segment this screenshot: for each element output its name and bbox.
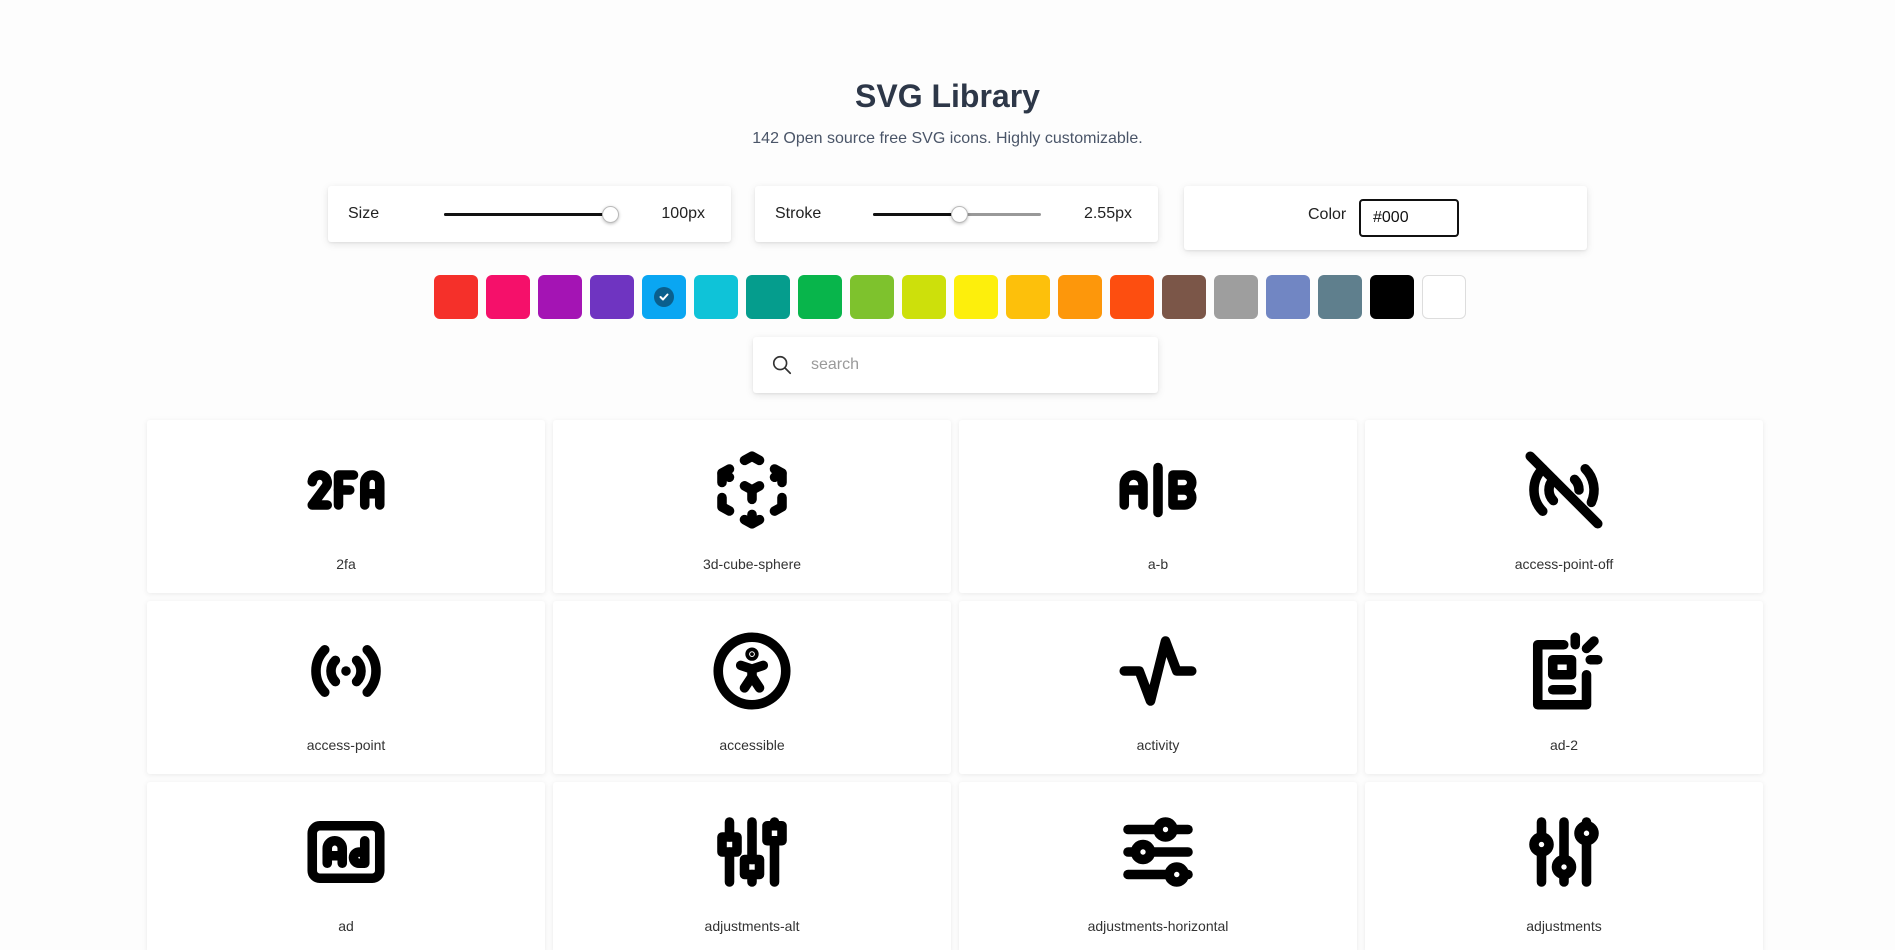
- icon-name: ad: [338, 918, 354, 934]
- icon-card[interactable]: 3d-cube-sphere: [553, 420, 951, 593]
- color-control: Color: [1184, 186, 1587, 250]
- color-label: Color: [1308, 206, 1347, 223]
- icon-card[interactable]: adjustments-alt: [553, 782, 951, 950]
- color-input[interactable]: [1359, 199, 1459, 237]
- icon-card[interactable]: access-point-off: [1365, 420, 1763, 593]
- icon-name: activity: [1136, 737, 1180, 753]
- size-slider-fill: [444, 213, 611, 216]
- color-swatch[interactable]: [1266, 275, 1310, 319]
- icon-name: a-b: [1147, 556, 1169, 572]
- activity-icon: [1113, 626, 1203, 716]
- icon-name: adjustments-horizontal: [1087, 918, 1229, 934]
- color-swatch[interactable]: [1318, 275, 1362, 319]
- adjustments-icon: [1519, 807, 1609, 897]
- search-box: [753, 337, 1158, 393]
- icon-name: access-point-off: [1514, 556, 1614, 572]
- stroke-slider[interactable]: [873, 206, 1041, 223]
- page-title: SVG Library: [855, 78, 1040, 114]
- color-swatch[interactable]: [1422, 275, 1466, 319]
- stroke-slider-thumb[interactable]: [950, 206, 968, 223]
- a-b-icon: [1113, 445, 1203, 535]
- color-swatch[interactable]: [642, 275, 686, 319]
- access-point-icon: [301, 626, 391, 716]
- adjustments-horizontal-icon: [1113, 807, 1203, 897]
- color-swatch[interactable]: [954, 275, 998, 319]
- icon-card[interactable]: accessible: [553, 601, 951, 774]
- size-control: Size 100px: [328, 186, 731, 242]
- color-swatches: [434, 275, 1466, 319]
- color-swatch[interactable]: [798, 275, 842, 319]
- icon-name: accessible: [719, 737, 785, 753]
- icon-name: ad-2: [1549, 737, 1579, 753]
- icon-card[interactable]: activity: [959, 601, 1357, 774]
- size-slider[interactable]: [444, 206, 620, 223]
- adjustments-alt-icon: [707, 807, 797, 897]
- color-swatch[interactable]: [850, 275, 894, 319]
- icon-name: adjustments-alt: [704, 918, 800, 934]
- ad-2-icon: [1519, 626, 1609, 716]
- color-swatch[interactable]: [1058, 275, 1102, 319]
- size-slider-thumb[interactable]: [602, 206, 620, 223]
- icon-card[interactable]: adjustments-horizontal: [959, 782, 1357, 950]
- color-swatch[interactable]: [746, 275, 790, 319]
- stroke-value: 2.55px: [1083, 205, 1132, 222]
- 2fa-icon: [301, 445, 391, 535]
- icon-name: 2fa: [336, 556, 356, 572]
- color-swatch[interactable]: [1162, 275, 1206, 319]
- check-icon: [654, 287, 674, 307]
- stroke-label: Stroke: [775, 205, 822, 222]
- search-input[interactable]: [811, 347, 1141, 383]
- color-swatch[interactable]: [1370, 275, 1414, 319]
- size-label: Size: [348, 205, 380, 222]
- icon-card[interactable]: ad-2: [1365, 601, 1763, 774]
- color-swatch[interactable]: [590, 275, 634, 319]
- size-value: 100px: [661, 205, 705, 222]
- icon-name: 3d-cube-sphere: [702, 556, 802, 572]
- icon-name: adjustments: [1526, 918, 1602, 934]
- icon-card[interactable]: a-b: [959, 420, 1357, 593]
- color-swatch[interactable]: [486, 275, 530, 319]
- color-swatch[interactable]: [1214, 275, 1258, 319]
- icon-card[interactable]: access-point: [147, 601, 545, 774]
- color-swatch[interactable]: [434, 275, 478, 319]
- access-point-off-icon: [1519, 445, 1609, 535]
- stroke-control: Stroke 2.55px: [755, 186, 1158, 242]
- icon-card[interactable]: adjustments: [1365, 782, 1763, 950]
- icon-name: access-point: [306, 737, 386, 753]
- search-icon: [771, 354, 793, 381]
- accessible-icon: [707, 626, 797, 716]
- icon-card[interactable]: 2fa: [147, 420, 545, 593]
- icon-card[interactable]: ad: [147, 782, 545, 950]
- stroke-slider-fill: [873, 213, 959, 216]
- color-swatch[interactable]: [538, 275, 582, 319]
- color-swatch[interactable]: [1006, 275, 1050, 319]
- color-swatch[interactable]: [694, 275, 738, 319]
- icon-grid: 2fa 3d-cube-sphere a-b access-point-off: [147, 420, 1763, 950]
- color-swatch[interactable]: [1110, 275, 1154, 319]
- page-subtitle: 142 Open source free SVG icons. Highly c…: [752, 130, 1143, 147]
- color-swatch[interactable]: [902, 275, 946, 319]
- ad-icon: [301, 807, 391, 897]
- 3d-cube-sphere-icon: [707, 445, 797, 535]
